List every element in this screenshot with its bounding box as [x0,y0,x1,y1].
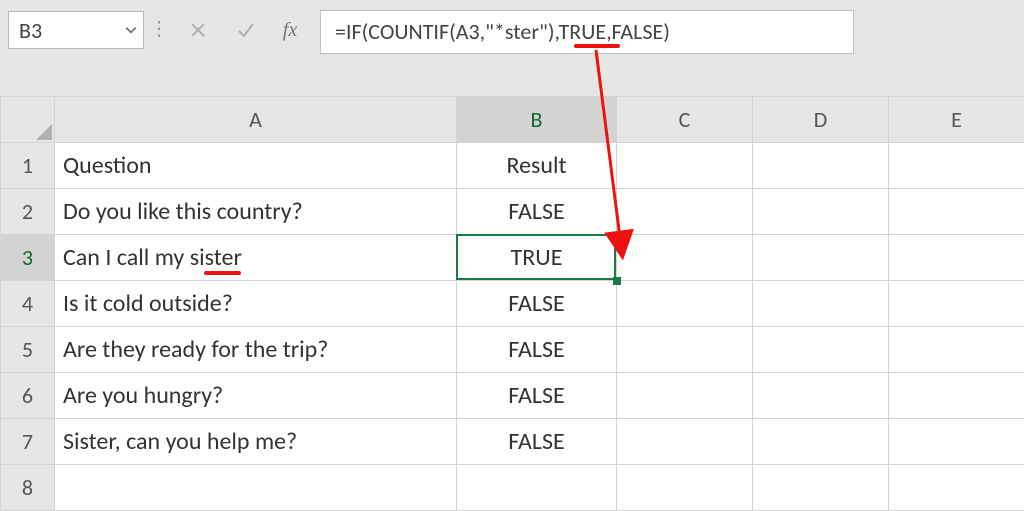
cell-A8[interactable] [55,465,457,511]
row-header[interactable]: 5 [1,327,55,373]
col-header-C[interactable]: C [617,97,753,143]
table-row: 5 Are they ready for the trip? FALSE [1,327,1024,373]
table-row: 1 Question Result [1,143,1024,189]
cell-E1[interactable] [889,143,1024,189]
fx-label: fx [283,19,297,42]
insert-function-button[interactable]: fx [270,10,310,50]
cell-A4[interactable]: Is it cold outside? [55,281,457,327]
formula-bar-area: B3 ⋮ fx =IF(COUNTIF(A3,"*ster"),TRUE,FAL… [0,0,1024,96]
col-header-B[interactable]: B [457,97,617,143]
name-box-value: B3 [19,17,42,44]
col-header-E[interactable]: E [889,97,1024,143]
annotation-underline-formula [574,44,620,48]
cell-A7[interactable]: Sister, can you help me? [55,419,457,465]
cell[interactable] [753,419,889,465]
select-all-corner[interactable] [1,97,55,143]
cell[interactable] [617,281,753,327]
cell-A5[interactable]: Are they ready for the trip? [55,327,457,373]
cell[interactable] [617,189,753,235]
name-box[interactable]: B3 [8,11,144,49]
cell-D1[interactable] [753,143,889,189]
row-header[interactable]: 1 [1,143,55,189]
cell[interactable] [617,327,753,373]
formula-input[interactable]: =IF(COUNTIF(A3,"*ster"),TRUE,FALSE) [320,10,854,54]
cell[interactable] [889,235,1024,281]
cell[interactable] [889,373,1024,419]
table-row: 7 Sister, can you help me? FALSE [1,419,1024,465]
cell[interactable] [753,235,889,281]
row-header[interactable]: 2 [1,189,55,235]
enter-button[interactable] [222,10,270,50]
cell-B3[interactable]: TRUE [457,235,617,281]
cell-B4[interactable]: FALSE [457,281,617,327]
cell[interactable] [753,189,889,235]
cell-B6[interactable]: FALSE [457,373,617,419]
cell-A1[interactable]: Question [55,143,457,189]
table-row: 2 Do you like this country? FALSE [1,189,1024,235]
cell-A6[interactable]: Are you hungry? [55,373,457,419]
cell-A2[interactable]: Do you like this country? [55,189,457,235]
cell-B1[interactable]: Result [457,143,617,189]
col-header-D[interactable]: D [753,97,889,143]
row-header[interactable]: 3 [1,235,55,281]
cell[interactable] [617,465,753,511]
cell[interactable] [889,327,1024,373]
cell[interactable] [753,465,889,511]
cell[interactable] [753,373,889,419]
cell-C1[interactable] [617,143,753,189]
cell[interactable] [889,189,1024,235]
cell[interactable] [889,281,1024,327]
cell-B7[interactable]: FALSE [457,419,617,465]
cell-B2[interactable]: FALSE [457,189,617,235]
row-header[interactable]: 7 [1,419,55,465]
col-header-A[interactable]: A [55,97,457,143]
table-row: 6 Are you hungry? FALSE [1,373,1024,419]
cell[interactable] [617,373,753,419]
cell[interactable] [753,327,889,373]
cancel-button[interactable] [174,10,222,50]
row-header[interactable]: 8 [1,465,55,511]
cell-B5[interactable]: FALSE [457,327,617,373]
cell-B8[interactable] [457,465,617,511]
cell-A3[interactable]: Can I call my sister [55,235,457,281]
table-row: 4 Is it cold outside? FALSE [1,281,1024,327]
cell[interactable] [889,419,1024,465]
cell[interactable] [617,235,753,281]
column-header-row: A B C D E [1,97,1024,143]
cell[interactable] [889,465,1024,511]
grip-icon: ⋮ [144,10,174,41]
table-row: 8 [1,465,1024,511]
cell[interactable] [617,419,753,465]
row-header[interactable]: 4 [1,281,55,327]
name-box-dropdown-icon[interactable] [121,14,141,46]
cell[interactable] [753,281,889,327]
row-header[interactable]: 6 [1,373,55,419]
formula-text: =IF(COUNTIF(A3,"*ster"),TRUE,FALSE) [335,19,839,45]
table-row: 3 Can I call my sister TRUE [1,235,1024,281]
worksheet-grid[interactable]: A B C D E 1 Question Result 2 Do you lik… [0,96,1024,511]
